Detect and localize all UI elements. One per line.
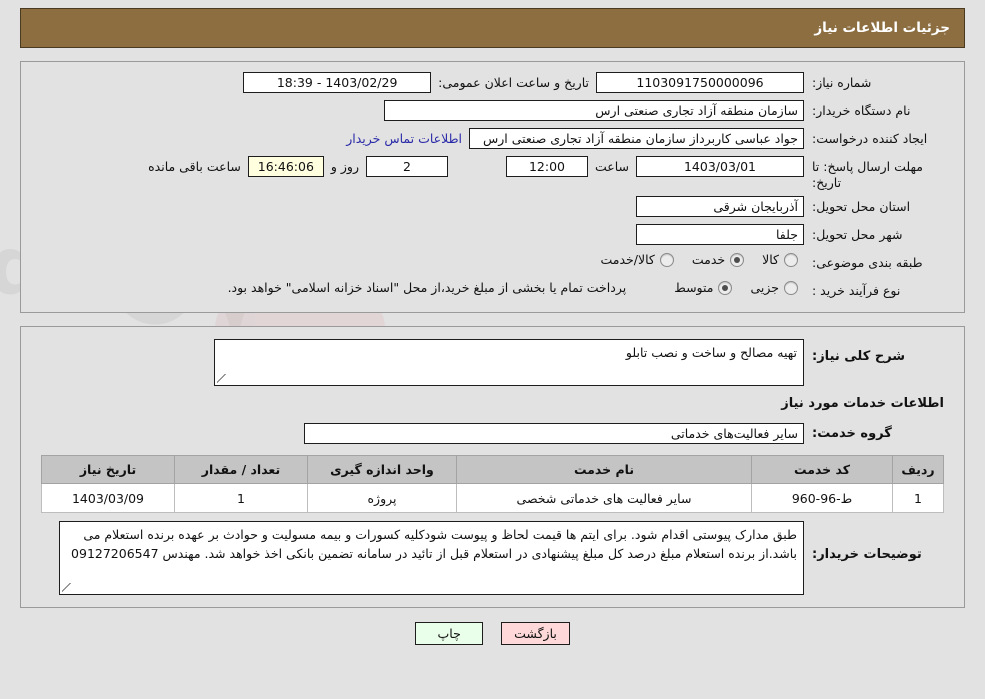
row-buyer-org: نام دستگاه خریدار: سازمان منطقه آزاد تجا… xyxy=(31,100,954,122)
general-description-textarea[interactable]: تهیه مصالح و ساخت و نصب تابلو xyxy=(214,339,804,387)
cell-index: 1 xyxy=(892,483,944,514)
row-deadline: مهلت ارسال پاسخ: تا تاریخ: 1403/03/01 سا… xyxy=(31,156,954,190)
footer-actions: بازگشت چاپ xyxy=(0,622,985,646)
process-option-jozee-label: جزیی xyxy=(750,280,779,296)
radio-icon-khedmat[interactable] xyxy=(730,252,745,267)
process-note: پرداخت تمام یا بخشی از مبلغ خرید،از محل … xyxy=(227,280,627,296)
col-quantity: تعداد / مقدار xyxy=(174,455,308,485)
general-description-label: شرح کلی نیاز: xyxy=(812,349,906,365)
province-value: آذربایجان شرقی xyxy=(636,196,804,218)
buyer-notes-label: توضیحات خریدار: xyxy=(812,547,922,563)
category-option-kala-label: کالا xyxy=(762,252,779,268)
radio-icon-motevaset[interactable] xyxy=(718,280,733,295)
category-label: طبقه بندی موضوعی: xyxy=(812,255,923,271)
table-header-row: ردیف کد خدمت نام خدمت واحد اندازه گیری ت… xyxy=(41,455,944,485)
countdown-timer-value: 16:46:06 xyxy=(247,156,324,177)
category-option-kala[interactable]: کالا xyxy=(762,252,798,267)
process-option-jozee[interactable]: جزیی xyxy=(750,280,798,295)
row-creator: ایجاد کننده درخواست: جواد عباسی کاربرداز… xyxy=(31,128,954,150)
page-title-bar: جزئیات اطلاعات نیاز xyxy=(20,8,965,48)
need-number-value: 1103091750000096 xyxy=(596,72,804,93)
countdown-label: ساعت باقی مانده xyxy=(148,159,241,174)
creator-label: ایجاد کننده درخواست: xyxy=(812,131,928,146)
col-index: ردیف xyxy=(892,455,944,485)
cell-code: ط-96-960 xyxy=(751,483,893,514)
buyer-org-value: سازمان منطقه آزاد تجاری صنعتی ارس xyxy=(384,100,804,121)
need-info-panel: شماره نیاز: 1103091750000096 تاریخ و ساع… xyxy=(20,61,965,314)
deadline-date-value: 1403/03/01 xyxy=(636,156,804,177)
radio-icon-jozee[interactable] xyxy=(784,280,798,295)
announce-datetime-value: 1403/02/29 - 18:39 xyxy=(243,72,432,93)
service-group-label: گروه خدمت: xyxy=(812,426,892,442)
deadline-label: مهلت ارسال پاسخ: تا تاریخ: xyxy=(812,159,923,190)
table-row: 1 ط-96-960 سایر فعالیت های خدماتی شخصی پ… xyxy=(41,483,944,514)
col-code: کد خدمت xyxy=(751,455,893,485)
category-option-khedmat-label: خدمت xyxy=(691,252,726,268)
province-label: استان محل تحویل: xyxy=(812,199,911,215)
category-option-kala-khedmat[interactable]: کالا/خدمت xyxy=(600,252,674,268)
service-group-value: سایر فعالیت‌های خدماتی xyxy=(304,423,804,445)
back-button[interactable]: بازگشت xyxy=(501,622,570,646)
remaining-days-label: روز و xyxy=(330,159,359,174)
print-button[interactable]: چاپ xyxy=(415,622,484,646)
buyer-org-label: نام دستگاه خریدار: xyxy=(812,103,911,118)
buyer-contact-link[interactable]: اطلاعات تماس خریدار xyxy=(339,128,469,149)
row-buyer-notes: توضیحات خریدار: طبق مدارک پیوستی اقدام ش… xyxy=(31,521,954,596)
radio-icon-kala[interactable] xyxy=(784,252,798,267)
page-title: جزئیات اطلاعات نیاز xyxy=(814,20,950,36)
services-table: ردیف کد خدمت نام خدمت واحد اندازه گیری ت… xyxy=(41,455,944,514)
need-number-label: شماره نیاز: xyxy=(812,75,872,90)
services-panel: شرح کلی نیاز: تهیه مصالح و ساخت و نصب تا… xyxy=(20,326,965,609)
city-label: شهر محل تحویل: xyxy=(812,227,903,243)
col-name: نام خدمت xyxy=(456,455,752,485)
row-need-number: شماره نیاز: 1103091750000096 تاریخ و ساع… xyxy=(31,72,954,94)
page-root: جزئیات اطلاعات نیاز شماره نیاز: 11030917… xyxy=(0,8,985,646)
col-date: تاریخ نیاز xyxy=(41,455,175,485)
buyer-notes-textarea[interactable]: طبق مدارک پیوستی اقدام شود. برای ایتم ها… xyxy=(59,521,804,596)
row-province: استان محل تحویل: آذربایجان شرقی xyxy=(31,196,954,218)
row-process-type: نوع فرآیند خرید : جزیی متوسط پرداخت تمام… xyxy=(31,280,954,302)
services-section-title: اطلاعات خدمات مورد نیاز xyxy=(781,396,944,412)
process-option-motevaset-label: متوسط xyxy=(674,280,714,296)
remaining-days-value: 2 xyxy=(365,156,448,177)
cell-quantity: 1 xyxy=(174,483,308,514)
cell-name: سایر فعالیت های خدماتی شخصی xyxy=(456,483,752,514)
cell-unit: پروژه xyxy=(307,483,457,514)
category-option-kala-khedmat-label: کالا/خدمت xyxy=(600,252,655,268)
row-city: شهر محل تحویل: جلفا xyxy=(31,224,954,246)
announce-label: تاریخ و ساعت اعلان عمومی: xyxy=(438,75,589,90)
city-value: جلفا xyxy=(636,224,804,246)
cell-date: 1403/03/09 xyxy=(41,483,175,514)
deadline-time-value: 12:00 xyxy=(505,156,588,177)
process-option-motevaset[interactable]: متوسط xyxy=(674,280,733,296)
deadline-hour-label: ساعت xyxy=(594,159,629,174)
category-option-khedmat[interactable]: خدمت xyxy=(691,252,745,268)
col-unit: واحد اندازه گیری xyxy=(307,455,457,485)
row-category: طبقه بندی موضوعی: کالا خدمت کالا/خدمت xyxy=(31,252,954,274)
radio-icon-kala-khedmat[interactable] xyxy=(659,252,674,267)
row-service-group: گروه خدمت: سایر فعالیت‌های خدماتی xyxy=(31,423,954,445)
process-type-label: نوع فرآیند خرید : xyxy=(812,283,901,299)
creator-value: جواد عباسی کاربرداز سازمان منطقه آزاد تج… xyxy=(469,128,804,149)
row-general-description: شرح کلی نیاز: تهیه مصالح و ساخت و نصب تا… xyxy=(31,339,954,387)
